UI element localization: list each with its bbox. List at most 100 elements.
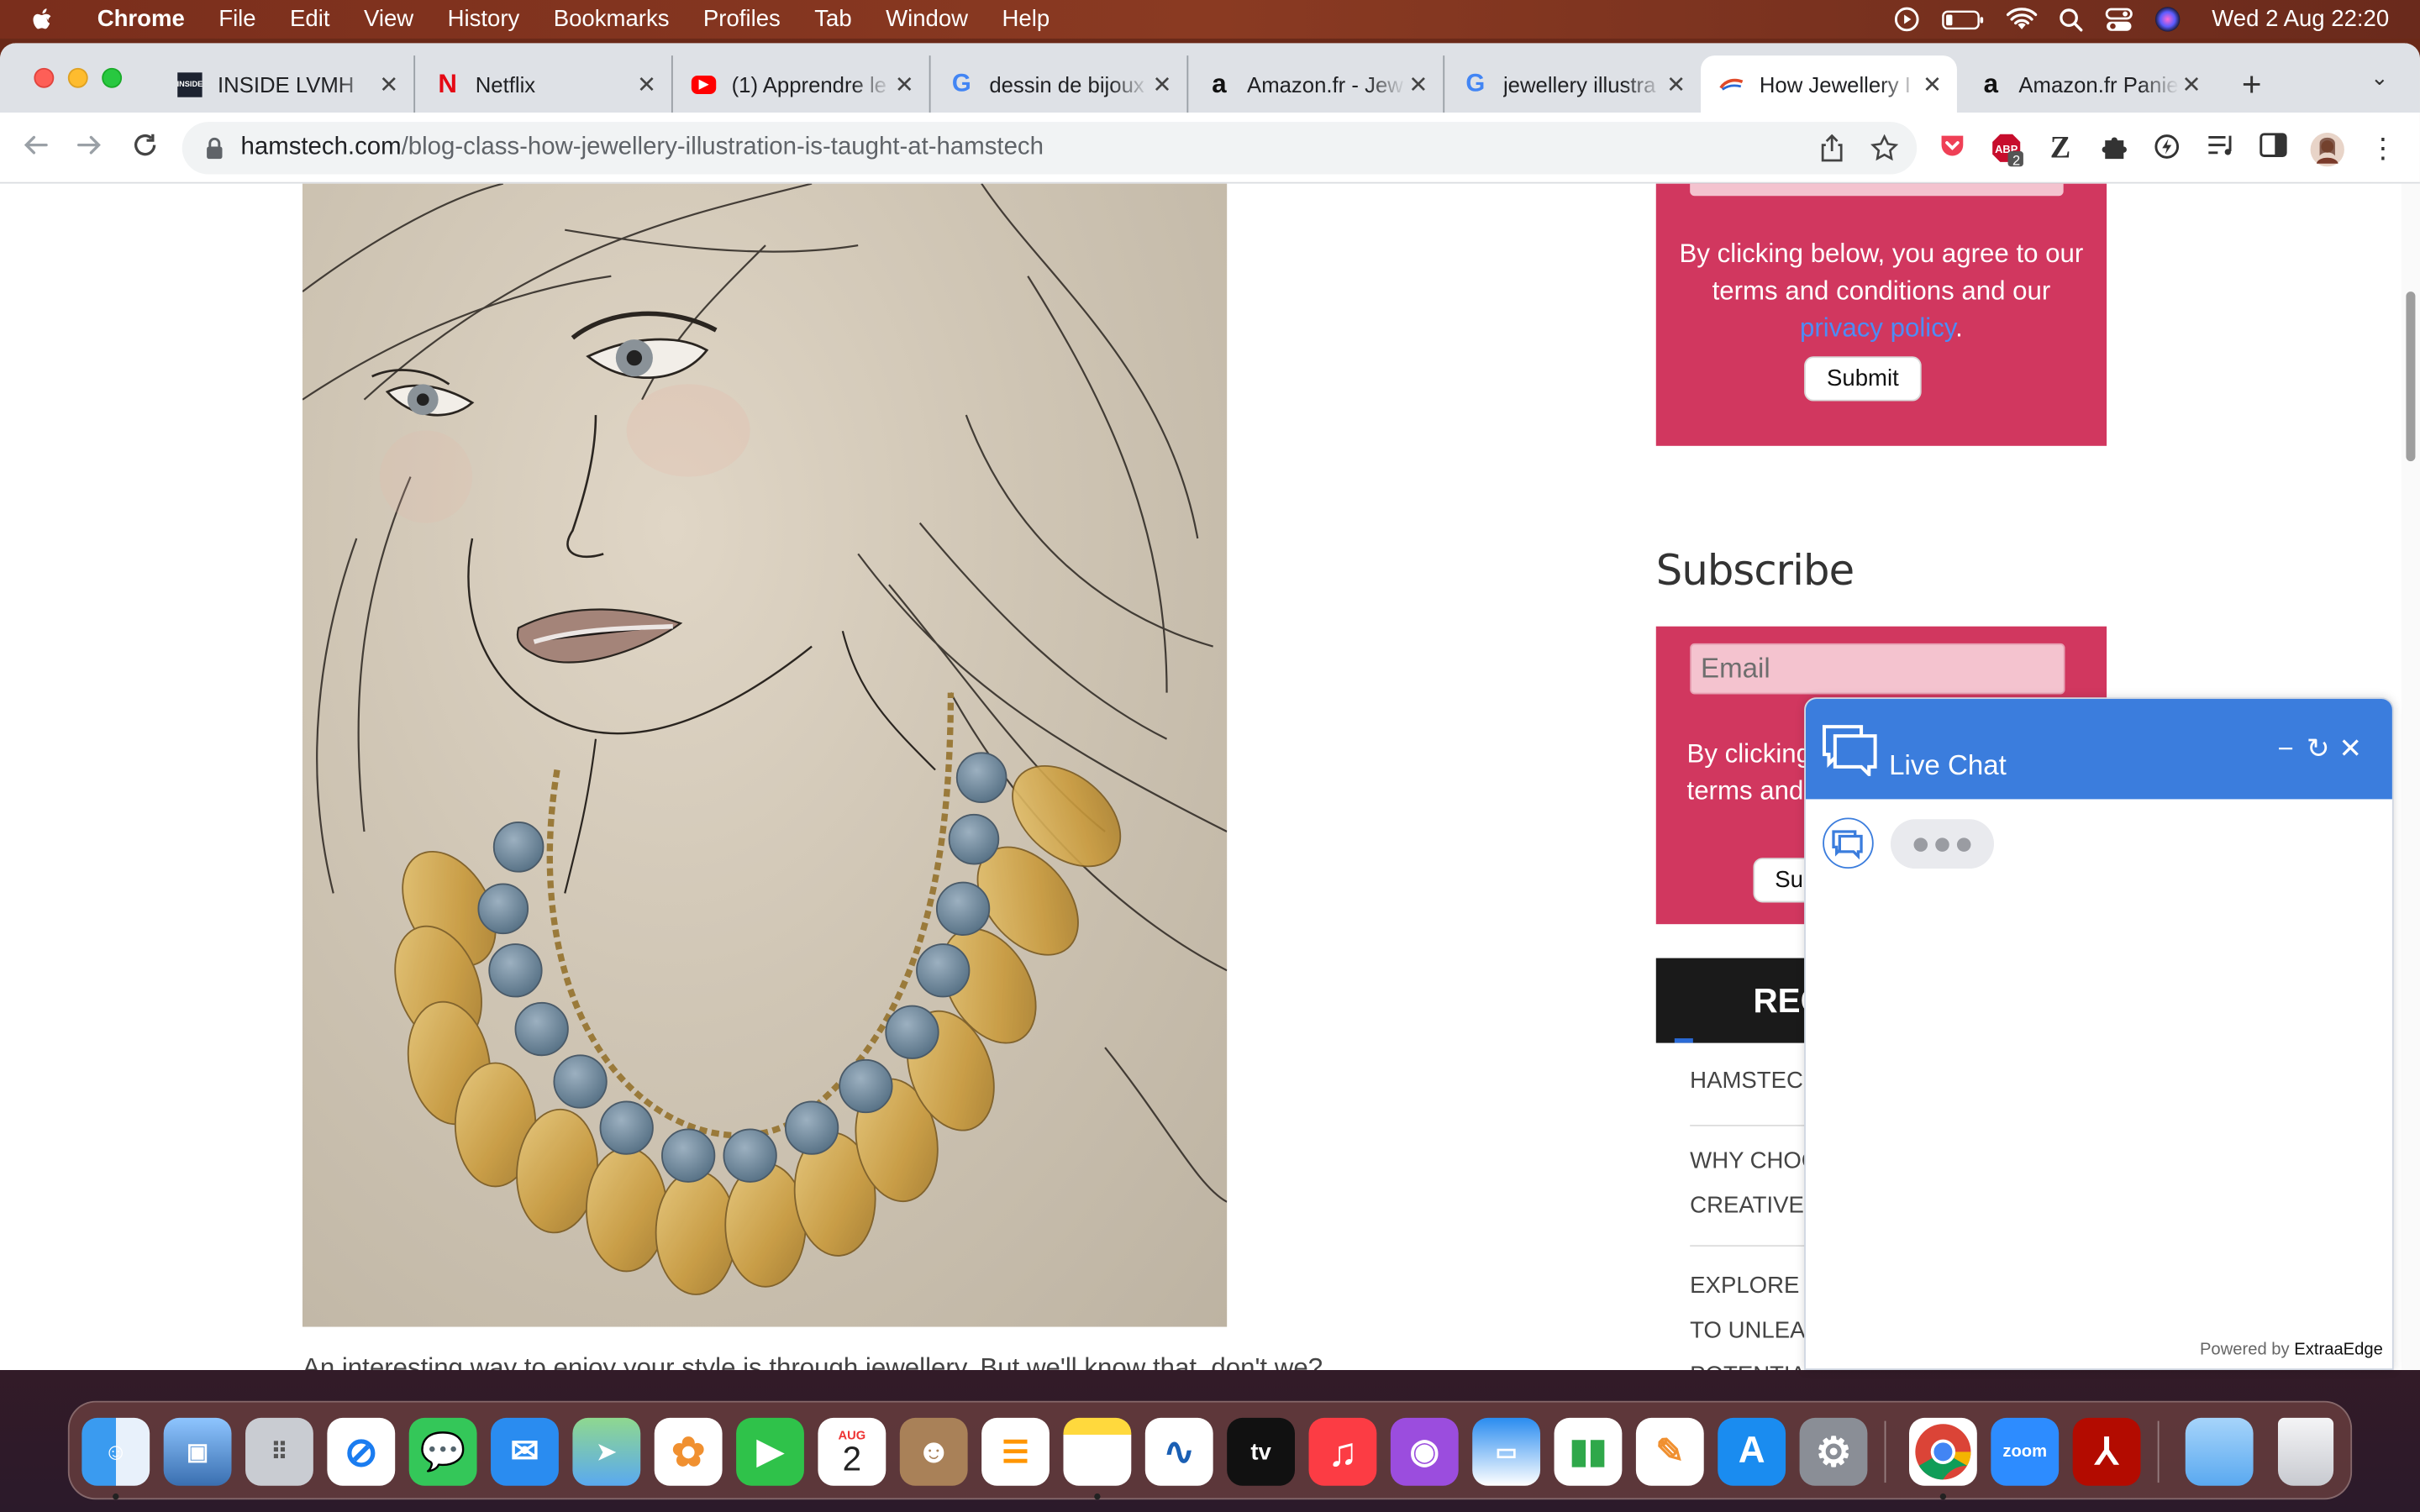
- close-chat-icon[interactable]: ✕: [2337, 732, 2365, 765]
- side-panel-icon[interactable]: [2258, 133, 2289, 164]
- forward-arrow-icon[interactable]: [72, 131, 106, 165]
- recent-post-link[interactable]: HAMSTECH: [1690, 1058, 1820, 1103]
- privacy-policy-link[interactable]: privacy policy: [1800, 313, 1955, 343]
- menu-history[interactable]: History: [430, 6, 536, 32]
- zoom-window-button[interactable]: [102, 67, 123, 88]
- app-store-icon[interactable]: A: [1718, 1417, 1786, 1486]
- close-tab-icon[interactable]: ✕: [1150, 71, 1174, 97]
- back-arrow-icon[interactable]: [18, 131, 52, 165]
- new-tab-button[interactable]: +: [2235, 65, 2269, 105]
- extensions-puzzle-icon[interactable]: [2099, 133, 2130, 164]
- menubar-clock[interactable]: Wed 2 Aug 22:20: [2212, 6, 2389, 32]
- apple-menu-icon[interactable]: [31, 5, 55, 33]
- lock-icon[interactable]: [203, 136, 225, 160]
- menu-edit[interactable]: Edit: [273, 6, 347, 32]
- notes-icon[interactable]: [1063, 1417, 1132, 1486]
- reload-icon[interactable]: [128, 131, 161, 165]
- tab-amazon-jew[interactable]: a Amazon.fr - Jew ✕: [1188, 55, 1445, 113]
- recent-post-link[interactable]: WHY CHOO: [1690, 1138, 1819, 1183]
- tab-youtube[interactable]: ▶ (1) Apprendre le ✕: [673, 55, 931, 113]
- apple-tv-icon[interactable]: tv: [1227, 1417, 1295, 1486]
- adblock-plus-icon[interactable]: ABP 2: [1991, 133, 2023, 168]
- close-tab-icon[interactable]: ✕: [1920, 71, 1944, 97]
- zoom-icon[interactable]: zoom: [1991, 1417, 2060, 1486]
- launchpad-icon[interactable]: ⠿: [245, 1417, 313, 1486]
- page-scrollbar[interactable]: [2401, 183, 2420, 1370]
- enquiry-form: By clicking below, you agree to our term…: [1655, 183, 2107, 446]
- dock-divider: [1884, 1420, 1886, 1483]
- share-icon[interactable]: [1818, 134, 1846, 162]
- minimize-chat-icon[interactable]: −: [2272, 732, 2300, 765]
- recent-post-link[interactable]: TO UNLEAS: [1690, 1309, 1821, 1353]
- messages-icon[interactable]: 💬: [408, 1417, 477, 1486]
- reminders-icon[interactable]: ☰: [981, 1417, 1050, 1486]
- system-settings-icon[interactable]: ⚙: [1799, 1417, 1868, 1486]
- downloads-folder-icon[interactable]: [2185, 1417, 2254, 1486]
- preview-icon[interactable]: ▣: [163, 1417, 232, 1486]
- menu-help[interactable]: Help: [985, 6, 1066, 32]
- mail-icon[interactable]: ✉: [491, 1417, 559, 1486]
- close-window-button[interactable]: [34, 67, 55, 88]
- tab-google-jewellery[interactable]: G jewellery illustra ✕: [1444, 55, 1701, 113]
- tab-inside-lvmh[interactable]: INSIDE INSIDE LVMH ✕: [159, 55, 416, 113]
- chrome-icon[interactable]: [1908, 1417, 1977, 1486]
- bookmark-star-icon[interactable]: [1870, 134, 1899, 162]
- photos-icon[interactable]: ✿: [654, 1417, 723, 1486]
- tab-hamstech-active[interactable]: How Jewellery I ✕: [1701, 55, 1957, 113]
- podcasts-icon[interactable]: ◉: [1390, 1417, 1459, 1486]
- menu-window[interactable]: Window: [869, 6, 985, 32]
- safari-icon[interactable]: ⊘: [327, 1417, 396, 1486]
- acrobat-icon[interactable]: ⅄: [2072, 1417, 2141, 1486]
- menu-profiles[interactable]: Profiles: [687, 6, 797, 32]
- tab-netflix[interactable]: N Netflix ✕: [417, 55, 673, 113]
- menu-bookmarks[interactable]: Bookmarks: [537, 6, 687, 32]
- recent-post-link[interactable]: POTENTIAL: [1690, 1353, 1818, 1370]
- menu-tab[interactable]: Tab: [797, 6, 869, 32]
- pages-icon[interactable]: ✎: [1635, 1417, 1704, 1486]
- spotlight-search-icon[interactable]: [2059, 7, 2083, 31]
- close-tab-icon[interactable]: ✕: [892, 71, 917, 97]
- address-bar[interactable]: hamstech.com/blog-class-how-jewellery-il…: [182, 122, 1918, 175]
- sync-extension-icon[interactable]: [2151, 133, 2182, 164]
- close-tab-icon[interactable]: ✕: [1406, 71, 1430, 97]
- menu-file[interactable]: File: [202, 6, 273, 32]
- zotero-icon[interactable]: Z: [2045, 133, 2076, 164]
- close-tab-icon[interactable]: ✕: [376, 71, 401, 97]
- profile-avatar[interactable]: [2310, 132, 2344, 167]
- maps-icon[interactable]: ➤: [572, 1417, 641, 1486]
- tab-amazon-panier[interactable]: a Amazon.fr Panie ✕: [1960, 55, 2217, 113]
- contacts-icon[interactable]: ☻: [899, 1417, 968, 1486]
- wifi-icon[interactable]: [2007, 8, 2038, 31]
- minimize-window-button[interactable]: [67, 67, 88, 88]
- pocket-icon[interactable]: [1937, 133, 1968, 164]
- menu-view[interactable]: View: [347, 6, 431, 32]
- music-icon[interactable]: ♫: [1308, 1417, 1377, 1486]
- menu-app-chrome[interactable]: Chrome: [81, 6, 203, 32]
- play-status-icon[interactable]: [1894, 6, 1920, 32]
- powered-brand[interactable]: ExtraaEdge: [2294, 1341, 2383, 1359]
- close-tab-icon[interactable]: ✕: [634, 71, 659, 97]
- tab-google-dessin[interactable]: G dessin de bijoux ✕: [931, 55, 1189, 113]
- calendar-icon[interactable]: AUG 2: [818, 1417, 886, 1486]
- close-tab-icon[interactable]: ✕: [1664, 71, 1688, 97]
- control-center-icon[interactable]: [2106, 7, 2133, 31]
- facetime-icon[interactable]: ▶: [736, 1417, 804, 1486]
- recent-post-link[interactable]: EXPLORE C: [1690, 1263, 1823, 1308]
- battery-icon[interactable]: [1942, 8, 1985, 30]
- submit-button[interactable]: Submit: [1804, 356, 1922, 402]
- trash-icon[interactable]: [2277, 1417, 2334, 1486]
- numbers-icon[interactable]: ▮▮: [1554, 1417, 1623, 1486]
- keynote-icon[interactable]: ▭: [1472, 1417, 1541, 1486]
- siri-icon[interactable]: [2154, 6, 2181, 32]
- email-field[interactable]: Email: [1690, 643, 2065, 695]
- running-indicator: [113, 1493, 119, 1500]
- tab-search-chevron-down-icon[interactable]: ⌄: [2370, 65, 2389, 91]
- form-input-bottom-edge[interactable]: [1690, 183, 2064, 197]
- chrome-menu-kebab-icon[interactable]: ⋮: [2367, 133, 2398, 164]
- reading-list-icon[interactable]: [2206, 133, 2237, 164]
- finder-icon[interactable]: ☺: [82, 1417, 150, 1486]
- freeform-icon[interactable]: ∿: [1144, 1417, 1213, 1486]
- refresh-chat-icon[interactable]: ↻: [2304, 732, 2332, 765]
- close-tab-icon[interactable]: ✕: [2179, 71, 2203, 97]
- scrollbar-thumb[interactable]: [2406, 291, 2416, 462]
